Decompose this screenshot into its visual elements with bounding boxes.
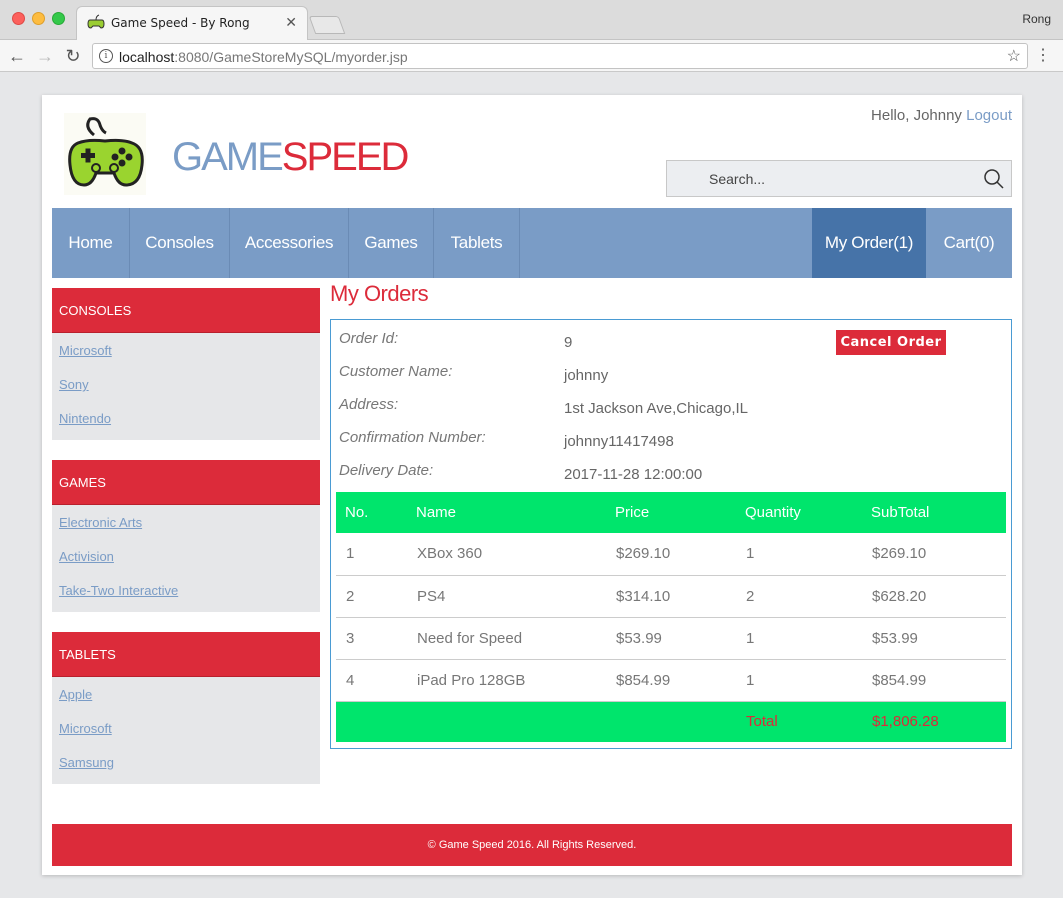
search-input[interactable] (667, 161, 977, 196)
cell-price: $854.99 (606, 659, 736, 702)
table-row: 1 XBox 360 $269.10 1 $269.10 (336, 533, 1006, 576)
nav-games[interactable]: Games (349, 208, 434, 278)
sidebar-link-activision[interactable]: Activision (52, 540, 320, 574)
footer: © Game Speed 2016. All Rights Reserved. (52, 824, 1012, 866)
gamepad-logo[interactable] (64, 113, 146, 195)
cell-name: Need for Speed (407, 617, 606, 660)
nav-cart[interactable]: Cart(0) (926, 208, 1012, 278)
cell-subtotal: $269.10 (862, 533, 1006, 576)
url-text: localhost:8080/GameStoreMySQL/myorder.js… (119, 49, 408, 65)
sidebar-heading: GAMES (52, 460, 320, 505)
column-header-name: Name (407, 492, 606, 533)
nav-consoles[interactable]: Consoles (130, 208, 230, 278)
confirmation-label: Confirmation Number: (339, 429, 486, 446)
sidebar-link-microsoft[interactable]: Microsoft (52, 334, 320, 368)
confirmation-value: johnny11417498 (564, 433, 674, 450)
sidebar-link-samsung[interactable]: Samsung (52, 746, 320, 780)
cell-subtotal: $854.99 (862, 659, 1006, 702)
delivery-date-value: 2017-11-28 12:00:00 (564, 466, 703, 483)
table-header-row: No. Name Price Quantity SubTotal (336, 492, 1006, 533)
gamepad-icon (87, 14, 105, 29)
browser-menu-icon[interactable]: ⋮ (1035, 46, 1051, 66)
sidebar-link-take-two[interactable]: Take-Two Interactive (52, 574, 320, 608)
nav-home[interactable]: Home (52, 208, 130, 278)
table-total-row: Total $1,806.28 (336, 701, 1006, 742)
page-container: GAMESPEED Hello, Johnny Logout Home Cons… (42, 95, 1022, 875)
table-row: 2 PS4 $314.10 2 $628.20 (336, 575, 1006, 618)
customer-name-label: Customer Name: (339, 363, 453, 380)
cell-no: 1 (336, 533, 407, 576)
address-label: Address: (339, 396, 399, 413)
browser-toolbar: ← → ↻ i localhost:8080/GameStoreMySQL/my… (0, 40, 1063, 72)
bookmark-star-icon[interactable]: ☆ (1007, 46, 1021, 66)
cancel-order-button[interactable]: Cancel Order (836, 330, 946, 355)
sidebar-consoles: CONSOLES Microsoft Sony Nintendo (52, 288, 320, 440)
info-icon[interactable]: i (99, 49, 113, 63)
cell-no: 3 (336, 617, 407, 660)
back-arrow-icon[interactable]: ← (6, 45, 28, 67)
user-greeting: Hello, Johnny Logout (871, 107, 1012, 124)
order-id-value: 9 (564, 334, 573, 351)
cell-name: XBox 360 (407, 533, 606, 576)
cell-price: $53.99 (606, 617, 736, 660)
sidebar-heading: TABLETS (52, 632, 320, 677)
sidebar-link-microsoft[interactable]: Microsoft (52, 712, 320, 746)
sidebar-link-sony[interactable]: Sony (52, 368, 320, 402)
delivery-date-label: Delivery Date: (339, 462, 434, 479)
search-icon[interactable] (983, 168, 1005, 190)
column-header-subtotal: SubTotal (862, 492, 1006, 533)
cell-no: 2 (336, 575, 407, 618)
sidebar-link-nintendo[interactable]: Nintendo (52, 402, 320, 436)
total-label: Total (736, 701, 862, 742)
close-window-button[interactable] (12, 12, 25, 25)
table-row: 3 Need for Speed $53.99 1 $53.99 (336, 617, 1006, 660)
cell-subtotal: $53.99 (862, 617, 1006, 660)
brand-logo-text[interactable]: GAMESPEED (172, 135, 409, 180)
tab-title: Game Speed - By Rong (111, 16, 250, 30)
cell-quantity: 1 (736, 659, 862, 702)
address-bar[interactable]: i localhost:8080/GameStoreMySQL/myorder.… (92, 43, 1028, 69)
page-title: My Orders (330, 281, 429, 306)
sidebar-link-apple[interactable]: Apple (52, 678, 320, 712)
column-header-no: No. (336, 492, 407, 533)
gamepad-icon (68, 117, 144, 187)
profile-name[interactable]: Rong (1022, 12, 1051, 26)
nav-tablets[interactable]: Tablets (434, 208, 520, 278)
cell-quantity: 2 (736, 575, 862, 618)
cell-price: $269.10 (606, 533, 736, 576)
sidebar-tablets: TABLETS Apple Microsoft Samsung (52, 632, 320, 784)
column-header-quantity: Quantity (736, 492, 862, 533)
browser-tabbar: Game Speed - By Rong ✕ Rong (0, 0, 1063, 40)
cell-subtotal: $628.20 (862, 575, 1006, 618)
sidebar-link-electronic-arts[interactable]: Electronic Arts (52, 506, 320, 540)
column-header-price: Price (606, 492, 736, 533)
customer-name-value: johnny (564, 367, 609, 384)
table-row: 4 iPad Pro 128GB $854.99 1 $854.99 (336, 659, 1006, 702)
browser-tab[interactable]: Game Speed - By Rong ✕ (76, 6, 308, 40)
search-box (666, 160, 1012, 197)
nav-accessories[interactable]: Accessories (230, 208, 349, 278)
main-nav: Home Consoles Accessories Games Tablets … (52, 208, 1012, 278)
forward-arrow-icon[interactable]: → (34, 45, 56, 67)
order-id-label: Order Id: (339, 330, 399, 347)
cell-quantity: 1 (736, 533, 862, 576)
nav-my-order[interactable]: My Order(1) (812, 208, 926, 278)
sidebar-heading: CONSOLES (52, 288, 320, 333)
order-card: Order Id: 9 Cancel Order Customer Name: … (330, 319, 1012, 749)
address-value: 1st Jackson Ave,Chicago,IL (564, 400, 748, 417)
cell-no: 4 (336, 659, 407, 702)
cell-name: PS4 (407, 575, 606, 618)
close-tab-icon[interactable]: ✕ (285, 14, 297, 31)
order-items-table: No. Name Price Quantity SubTotal 1 XBox … (336, 492, 1006, 742)
maximize-window-button[interactable] (52, 12, 65, 25)
reload-icon[interactable]: ↻ (62, 45, 84, 67)
new-tab-button[interactable] (308, 16, 346, 34)
sidebar-games: GAMES Electronic Arts Activision Take-Tw… (52, 460, 320, 612)
cell-quantity: 1 (736, 617, 862, 660)
total-value: $1,806.28 (862, 701, 1006, 742)
logout-link[interactable]: Logout (966, 107, 1012, 124)
cell-price: $314.10 (606, 575, 736, 618)
cell-name: iPad Pro 128GB (407, 659, 606, 702)
minimize-window-button[interactable] (32, 12, 45, 25)
